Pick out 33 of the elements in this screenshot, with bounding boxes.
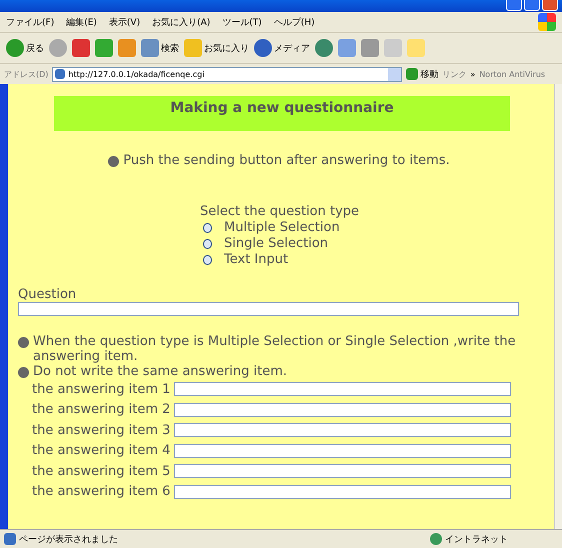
radio-label: Text Input bbox=[224, 252, 288, 267]
answer-item-label: the answering item 5 bbox=[32, 464, 170, 479]
menu-item[interactable]: ツール(T) bbox=[222, 16, 262, 28]
radio-label: Single Selection bbox=[224, 236, 328, 251]
page-heading: Making a new questionnaire bbox=[54, 96, 510, 131]
links-label[interactable]: リンク bbox=[442, 68, 466, 80]
answer-item-label: the answering item 4 bbox=[32, 443, 170, 458]
address-label: アドレス(D) bbox=[4, 68, 48, 80]
search-button[interactable]: 検索 bbox=[141, 39, 179, 57]
menu-item[interactable]: お気に入り(A) bbox=[152, 16, 210, 28]
answer-item-label: the answering item 3 bbox=[32, 422, 170, 438]
menu-item[interactable]: ファイル(F) bbox=[6, 16, 54, 28]
question-type-label: Select the question type bbox=[200, 204, 360, 219]
instruction-text: Do not write the same answering item. bbox=[33, 364, 288, 379]
more-links-button[interactable]: » bbox=[470, 70, 476, 78]
answer-item-label: the answering item 6 bbox=[32, 484, 170, 500]
instruction-text: When the question type is Multiple Selection or Single Selection ,write the answering item. bbox=[33, 334, 517, 364]
go-button[interactable]: 移動 bbox=[406, 68, 438, 80]
back-button[interactable]: 戻る bbox=[6, 39, 44, 57]
status-message: ページが表示されました bbox=[19, 534, 118, 546]
answer-item-label: the answering item 1 bbox=[32, 382, 170, 397]
instruction-text: Push the sending button after answering to items. bbox=[123, 153, 450, 168]
question-label: Question bbox=[18, 287, 76, 302]
zone-label: イントラネット bbox=[445, 534, 508, 546]
menu-item[interactable]: 表示(V) bbox=[108, 16, 140, 28]
media-button[interactable]: メディア bbox=[254, 39, 310, 57]
answer-item-label: the answering item 2 bbox=[32, 402, 170, 418]
address-field[interactable]: http://127.0.0.1/okada/ficenqe.cgi bbox=[52, 66, 402, 82]
menu-item[interactable]: 編集(E) bbox=[66, 16, 97, 28]
menu-item[interactable]: ヘルプ(H) bbox=[274, 16, 315, 28]
radio-label: Multiple Selection bbox=[224, 220, 340, 235]
norton-antivirus-label[interactable]: Norton AntiVirus bbox=[479, 70, 546, 78]
favorites-button[interactable]: お気に入り bbox=[184, 39, 249, 57]
